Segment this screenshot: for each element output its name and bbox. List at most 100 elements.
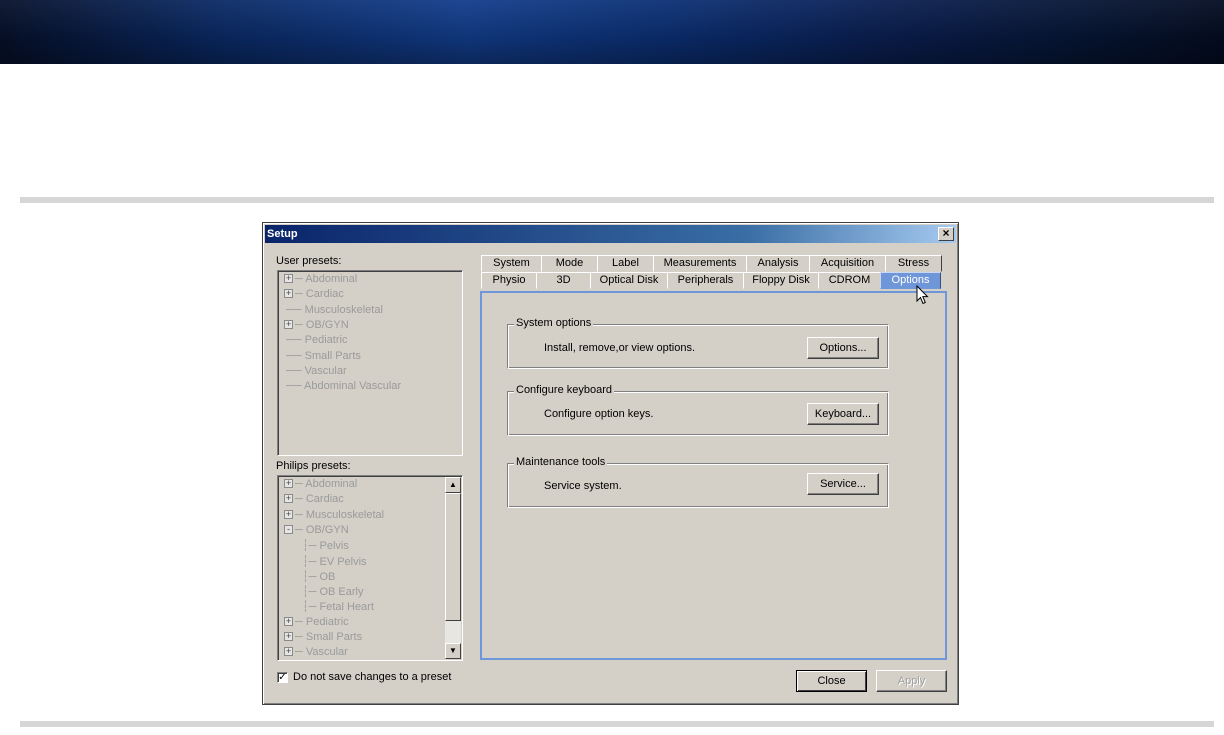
- tree-connector-icon: ──: [286, 380, 305, 393]
- tree-connector-icon: ─: [295, 318, 306, 331]
- user-preset-tree-item[interactable]: ── Pediatric: [284, 334, 347, 349]
- user-preset-tree-item[interactable]: ── Vascular: [284, 365, 347, 380]
- mouse-pointer-icon: [916, 285, 929, 305]
- tree-item-label: Vascular: [305, 646, 348, 659]
- philips-preset-tree-item[interactable]: + ─ Cardiac: [284, 493, 344, 508]
- tree-connector-icon: ┆─: [302, 570, 320, 583]
- close-icon[interactable]: ×: [938, 227, 954, 241]
- expand-icon[interactable]: +: [284, 479, 293, 488]
- user-preset-tree-item[interactable]: ── Small Parts: [284, 350, 361, 365]
- options-tab-panel: System options Install, remove,or view o…: [480, 291, 947, 660]
- philips-preset-tree-item[interactable]: ┆─ Pelvis: [302, 539, 349, 554]
- philips-preset-tree-item[interactable]: ┆─ OB Early: [302, 585, 364, 600]
- philips-preset-tree-item[interactable]: + ─ Small Parts: [284, 631, 362, 646]
- tree-connector-icon: ─: [295, 646, 306, 659]
- philips-preset-tree-item[interactable]: ┆─ EV Pelvis: [302, 555, 367, 570]
- options-button[interactable]: Options...: [807, 337, 879, 359]
- setup-dialog: Setup × User presets: + ─ Abdominal + ─ Car…: [262, 222, 959, 705]
- user-preset-tree-item[interactable]: ── Abdominal Vascular: [284, 380, 401, 395]
- tree-connector-icon: ──: [286, 303, 305, 316]
- expand-icon[interactable]: +: [284, 616, 293, 626]
- tree-connector-icon: ──: [286, 349, 305, 362]
- tree-item-label: Musculoskeletal: [304, 303, 383, 316]
- tree-connector-icon: ─: [295, 631, 306, 643]
- expand-icon[interactable]: +: [284, 632, 293, 641]
- tree-item-label: Fetal Heart: [319, 601, 374, 614]
- tree-item-label: Vascular: [304, 364, 347, 377]
- scroll-up-icon[interactable]: ▲: [445, 477, 461, 493]
- collapse-icon[interactable]: -: [284, 524, 293, 534]
- tab-acquisition[interactable]: Acquisition: [809, 255, 886, 272]
- expand-icon[interactable]: +: [284, 647, 293, 657]
- tab-options[interactable]: Options: [880, 272, 941, 289]
- tree-item-label: OB/GYN: [305, 318, 349, 331]
- philips-preset-tree-item[interactable]: + ─ Pediatric: [284, 616, 349, 631]
- configure-keyboard-group: Configure keyboard Configure option keys…: [507, 384, 889, 436]
- philips-preset-tree-item[interactable]: + ─ Musculoskeletal: [284, 509, 384, 524]
- maintenance-tools-group: Maintenance tools Service system. Servic…: [507, 456, 889, 508]
- dont-save-label: Do not save changes to a preset: [293, 671, 452, 683]
- divider-top: [20, 197, 1214, 203]
- system-options-desc: Install, remove,or view options.: [544, 342, 696, 354]
- tab-optical-disk[interactable]: Optical Disk: [590, 272, 668, 289]
- user-presets-tree[interactable]: + ─ Abdominal + ─ Cardiac ── Musculoskeletal…: [277, 270, 463, 456]
- service-button[interactable]: Service...: [807, 473, 879, 495]
- tree-connector-icon: ─: [295, 523, 306, 536]
- expand-icon[interactable]: +: [284, 274, 293, 283]
- dont-save-checkbox[interactable]: ✓: [277, 672, 288, 683]
- tab-mode[interactable]: Mode: [541, 255, 598, 272]
- tree-item-label: Small Parts: [305, 631, 363, 643]
- scroll-thumb[interactable]: [445, 493, 461, 621]
- user-preset-tree-item[interactable]: + ─ Cardiac: [284, 288, 344, 303]
- tree-item-label: EV Pelvis: [319, 555, 367, 568]
- tree-connector-icon: ─: [295, 493, 306, 506]
- tab-system[interactable]: System: [481, 255, 542, 272]
- tab-stress[interactable]: Stress: [885, 255, 942, 272]
- tree-item-label: OB: [319, 570, 336, 583]
- philips-preset-tree-item[interactable]: ┆─ Fetal Heart: [302, 600, 374, 615]
- philips-preset-tree-item[interactable]: - ─ OB/GYN: [284, 524, 349, 539]
- philips-preset-tree-item[interactable]: + ─ Vascular: [284, 646, 348, 660]
- expand-icon[interactable]: +: [284, 289, 293, 299]
- tab-analysis[interactable]: Analysis: [746, 255, 810, 272]
- tree-item-label: Pediatric: [304, 334, 348, 347]
- user-presets-label: User presets:: [276, 255, 342, 267]
- philips-presets-scrollbar[interactable]: ▲ ▼: [445, 477, 461, 659]
- tree-connector-icon: ┆─: [302, 601, 320, 614]
- tree-item-label: Abdominal: [305, 478, 358, 490]
- close-button[interactable]: Close: [796, 670, 867, 692]
- tab-cdrom[interactable]: CDROM: [818, 272, 881, 289]
- tree-connector-icon: ┆─: [302, 586, 320, 599]
- keyboard-button[interactable]: Keyboard...: [807, 403, 879, 425]
- configure-keyboard-desc: Configure option keys.: [544, 408, 654, 420]
- dialog-titlebar: Setup ×: [265, 225, 956, 243]
- user-preset-tree-item[interactable]: + ─ OB/GYN: [284, 319, 349, 334]
- tab-3d[interactable]: 3D: [536, 272, 591, 289]
- tab-physio[interactable]: Physio: [481, 272, 537, 289]
- tab-label[interactable]: Label: [597, 255, 654, 272]
- tab-peripherals[interactable]: Peripherals: [667, 272, 744, 289]
- tree-item-label: Cardiac: [305, 288, 344, 301]
- tree-connector-icon: ──: [286, 364, 305, 377]
- tree-item-label: OB/GYN: [305, 523, 349, 536]
- tree-connector-icon: ─: [295, 478, 306, 490]
- philips-preset-tree-item[interactable]: ┆─ OB: [302, 570, 335, 585]
- scroll-down-icon[interactable]: ▼: [445, 643, 461, 659]
- expand-icon[interactable]: +: [284, 494, 293, 504]
- philips-preset-tree-item[interactable]: + ─ Abdominal: [284, 478, 357, 493]
- tab-floppy-disk[interactable]: Floppy Disk: [743, 272, 819, 289]
- expand-icon[interactable]: +: [284, 509, 293, 519]
- expand-icon[interactable]: +: [284, 319, 293, 329]
- tree-connector-icon: ─: [295, 508, 306, 521]
- tree-item-label: Musculoskeletal: [305, 508, 385, 521]
- tab-measurements[interactable]: Measurements: [653, 255, 747, 272]
- philips-presets-tree[interactable]: ▲ ▼ + ─ Abdominal + ─ Cardiac + ─ Musculoskel…: [277, 475, 463, 661]
- philips-presets-label: Philips presets:: [276, 460, 351, 472]
- tree-connector-icon: ─: [295, 273, 306, 285]
- user-preset-tree-item[interactable]: ── Musculoskeletal: [284, 304, 383, 319]
- user-preset-tree-item[interactable]: + ─ Abdominal: [284, 273, 357, 288]
- divider-bottom: [20, 721, 1214, 727]
- apply-button[interactable]: Apply: [876, 670, 947, 692]
- tree-item-label: Abdominal: [305, 273, 358, 285]
- dialog-title: Setup: [267, 228, 298, 240]
